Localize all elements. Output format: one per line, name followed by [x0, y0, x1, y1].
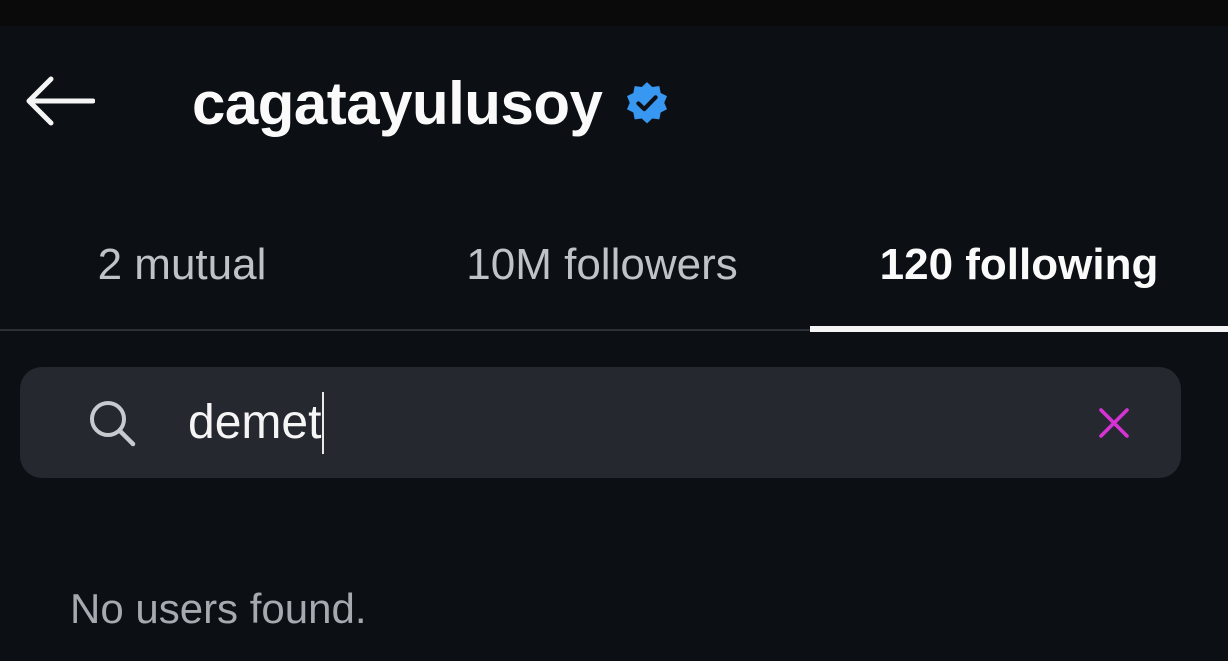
tab-mutual[interactable]: 2 mutual [0, 205, 364, 325]
search-bar[interactable]: demet [20, 367, 1181, 478]
search-input[interactable]: demet [188, 387, 325, 459]
close-icon [1099, 408, 1129, 438]
verified-badge-icon [627, 82, 668, 124]
username-title: cagatayulusoy [192, 70, 603, 137]
text-caret [322, 392, 325, 454]
active-tab-indicator [810, 326, 1228, 332]
top-bar: cagatayulusoy [0, 26, 1228, 176]
tab-following[interactable]: 120 following [810, 205, 1228, 325]
status-bar [0, 0, 1228, 26]
follow-tabs: 2 mutual 10M followers 120 following [0, 205, 1228, 332]
search-input-value: demet [188, 396, 322, 449]
tab-followers[interactable]: 10M followers [400, 205, 804, 325]
arrow-left-icon [26, 76, 95, 126]
search-icon [90, 401, 136, 447]
clear-search-button[interactable] [1092, 401, 1136, 445]
profile-title: cagatayulusoy [192, 64, 670, 144]
empty-results-message: No users found. [70, 585, 367, 632]
back-button[interactable] [14, 66, 104, 136]
